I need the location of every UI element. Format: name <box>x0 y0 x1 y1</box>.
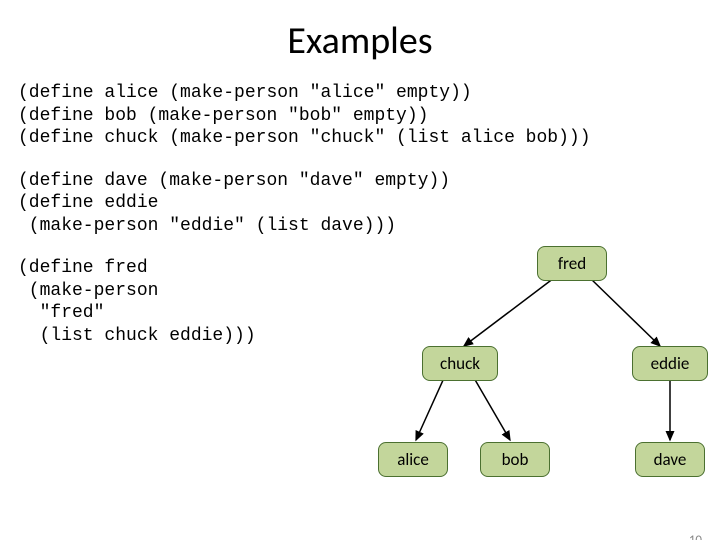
code-block-2: (define dave (make-person "dave" empty))… <box>0 170 720 238</box>
code-block-1: (define alice (make-person "alice" empty… <box>0 82 720 150</box>
slide-number: 10 <box>689 533 702 540</box>
tree-node-eddie: eddie <box>632 346 708 381</box>
tree-node-bob: bob <box>480 442 550 477</box>
tree-node-dave: dave <box>635 442 705 477</box>
page-title: Examples <box>0 18 720 64</box>
tree-node-alice: alice <box>378 442 448 477</box>
tree-node-chuck: chuck <box>422 346 498 381</box>
tree-diagram: fred chuck eddie alice bob dave <box>382 236 712 496</box>
tree-node-fred: fred <box>537 246 607 281</box>
